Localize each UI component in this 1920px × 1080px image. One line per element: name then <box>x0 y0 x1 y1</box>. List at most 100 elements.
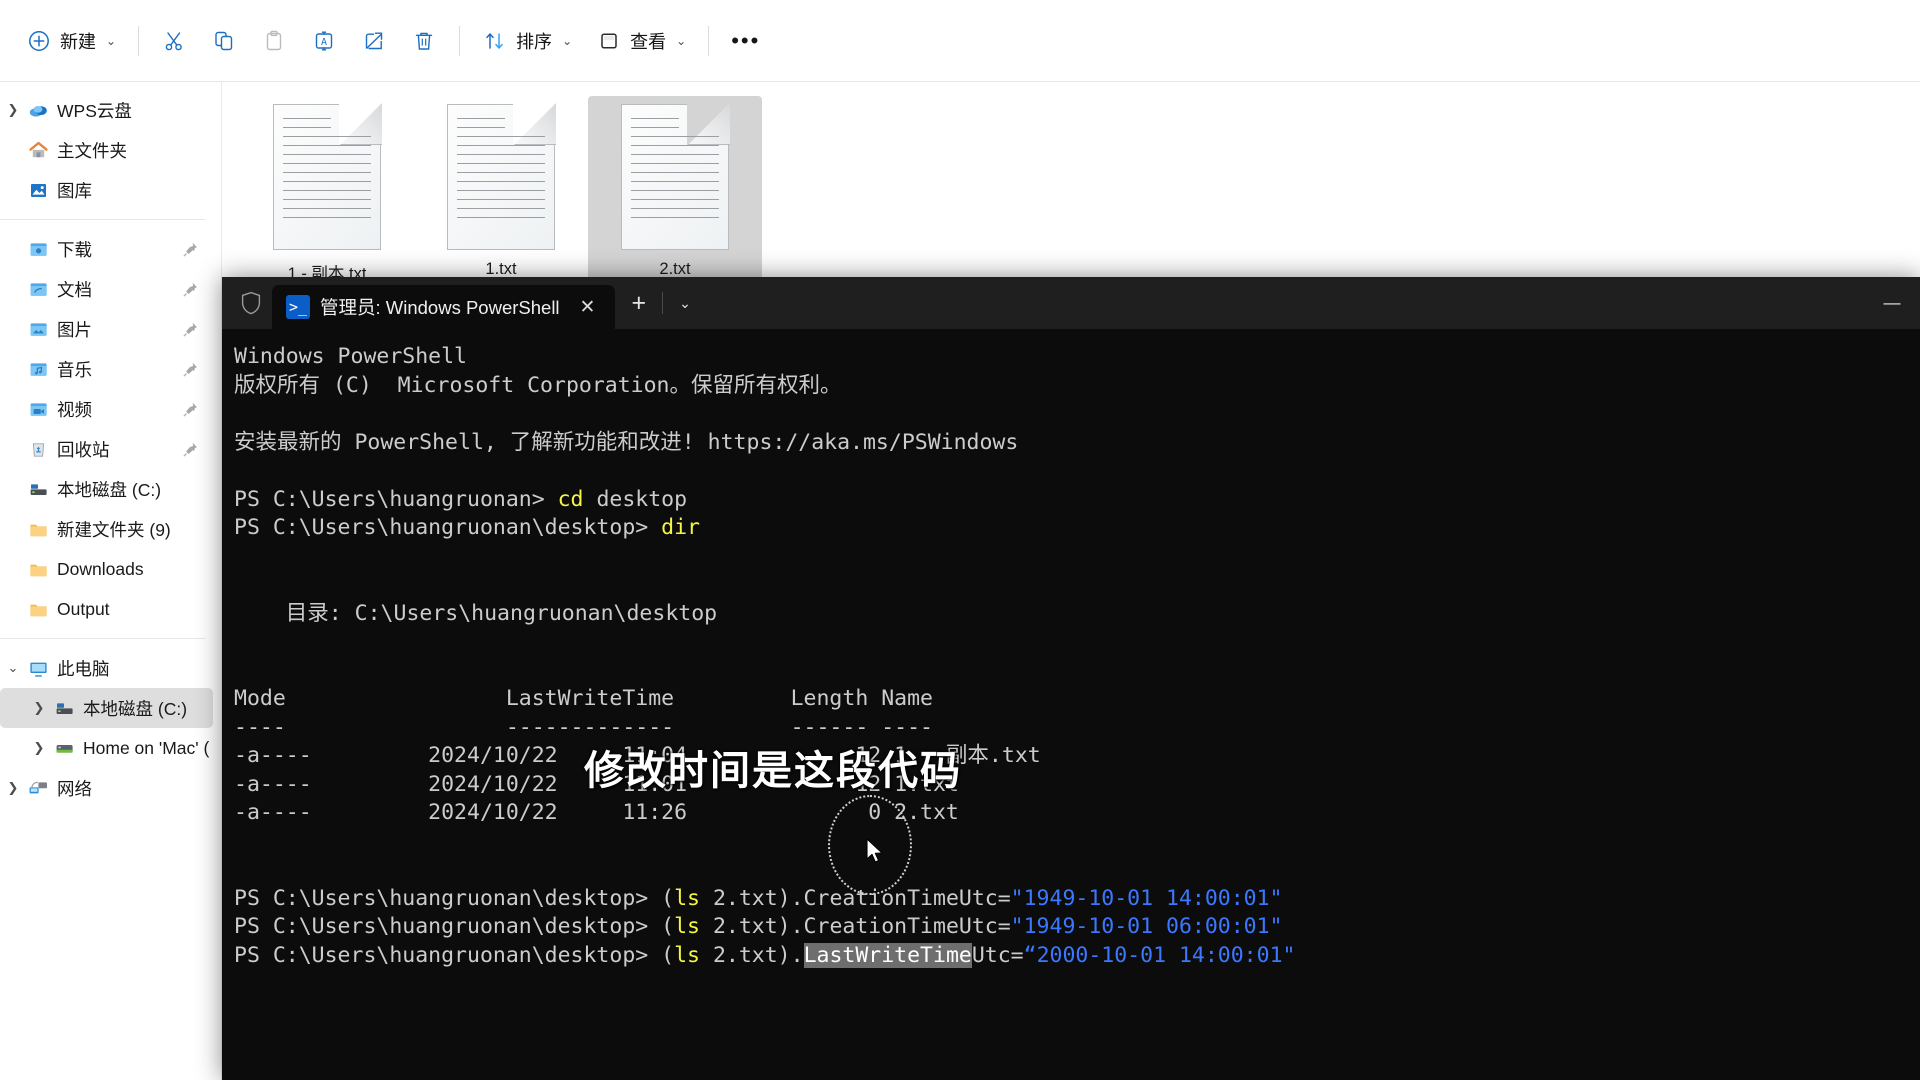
terminal-line: -a---- 2024/10/22 11:01 12 1.txt <box>234 771 1920 800</box>
chevron-down-icon[interactable]: ⌄ <box>0 660 26 676</box>
file-item[interactable]: 1 - 副本.txt <box>240 96 414 301</box>
sidebar-item-output[interactable]: ❯ Output <box>0 589 213 629</box>
recycle-bin-icon <box>26 438 50 460</box>
pictures-folder-icon <box>26 318 50 340</box>
pin-icon[interactable] <box>183 321 199 337</box>
drive-icon <box>52 697 76 719</box>
chevron-right-icon[interactable]: ❯ <box>26 740 52 756</box>
sidebar-item-label: 此电脑 <box>57 658 110 679</box>
gallery-icon <box>26 179 50 201</box>
terminal-line: PS C:\Users\huangruonan\desktop> (ls 2.t… <box>234 942 1920 971</box>
sidebar-item-local-disk-c-child[interactable]: ❯ 本地磁盘 (C:) <box>0 688 213 728</box>
sidebar-item-downloads[interactable]: ❯ 下载 <box>0 229 213 269</box>
sidebar-item-label: Home on 'Mac' ( <box>83 737 210 758</box>
new-tab-button[interactable]: + <box>615 290 662 316</box>
sidebar-item-recycle-bin[interactable]: ❯ 回收站 <box>0 429 213 469</box>
folder-icon <box>26 558 50 580</box>
sidebar-item-wps-cloud[interactable]: ❯ WPS云盘 <box>0 90 213 130</box>
scissors-icon <box>161 28 187 54</box>
file-item[interactable]: 2.txt <box>588 96 762 301</box>
delete-button[interactable] <box>399 18 449 64</box>
cut-button[interactable] <box>149 18 199 64</box>
sidebar-divider-1 <box>0 219 205 220</box>
sidebar-item-label: Downloads <box>57 558 144 579</box>
pin-icon[interactable] <box>183 361 199 377</box>
sidebar-item-label: 主文件夹 <box>57 140 127 161</box>
chevron-down-icon[interactable]: ⌄ <box>663 295 707 312</box>
view-button[interactable]: 查看 ⌄ <box>584 18 698 64</box>
terminal-output[interactable]: Windows PowerShell 版权所有 (C) Microsoft Cor… <box>222 329 1920 1080</box>
pin-icon[interactable] <box>183 441 199 457</box>
text-file-icon <box>621 103 730 250</box>
minimize-button[interactable]: — <box>1864 277 1920 329</box>
toolbar-divider-2 <box>459 25 461 56</box>
sidebar-item-local-disk-c[interactable]: ❯ 本地磁盘 (C:) <box>0 469 213 509</box>
text-file-icon <box>447 103 556 250</box>
chevron-right-icon[interactable]: ❯ <box>0 102 26 118</box>
new-item-button[interactable]: 新建 ⌄ <box>14 18 128 64</box>
pin-icon[interactable] <box>183 281 199 297</box>
terminal-tab[interactable]: >_ 管理员: Windows PowerShell ✕ <box>272 285 616 329</box>
powershell-window[interactable]: >_ 管理员: Windows PowerShell ✕ + ⌄ — Windo… <box>222 277 1920 1080</box>
music-folder-icon <box>26 358 50 380</box>
more-options-button[interactable]: ••• <box>719 18 772 64</box>
copy-button[interactable] <box>199 18 249 64</box>
terminal-text: 目录: C:\Users\huangruonan\desktop <box>234 600 718 626</box>
powershell-icon: >_ <box>286 295 310 319</box>
terminal-title-bar[interactable]: >_ 管理员: Windows PowerShell ✕ + ⌄ — <box>222 277 1920 329</box>
sidebar-item-network[interactable]: ❯ 网络 <box>0 768 213 808</box>
documents-folder-icon <box>26 278 50 300</box>
terminal-text: 2.txt).CreationTimeUtc= <box>700 885 1011 911</box>
sidebar-item-label: 音乐 <box>57 359 92 380</box>
sidebar-item-documents[interactable]: ❯ 文档 <box>0 269 213 309</box>
terminal-line: Windows PowerShell <box>234 343 1920 372</box>
sidebar-item-downloads-folder[interactable]: ❯ Downloads <box>0 549 213 589</box>
sidebar-item-pictures[interactable]: ❯ 图片 <box>0 309 213 349</box>
sidebar-item-home[interactable]: ❯ 主文件夹 <box>0 130 213 170</box>
sidebar-item-label: 图片 <box>57 319 92 340</box>
terminal-line: PS C:\Users\huangruonan\desktop> (ls 2.t… <box>234 913 1920 942</box>
sidebar-item-music[interactable]: ❯ 音乐 <box>0 349 213 389</box>
pin-icon[interactable] <box>183 401 199 417</box>
chevron-right-icon[interactable]: ❯ <box>0 780 26 796</box>
sidebar-item-this-pc[interactable]: ⌄ 此电脑 <box>0 648 213 688</box>
sidebar-item-label: 下载 <box>57 239 92 260</box>
this-pc-icon <box>26 657 50 679</box>
terminal-text: PS C:\Users\huangruonan\desktop> ( <box>234 914 675 939</box>
explorer-command-bar: 新建 ⌄ A 排序 ⌄ 查看 ⌄ ••• <box>0 0 1920 82</box>
sort-button[interactable]: 排序 ⌄ <box>470 18 584 64</box>
file-item[interactable]: 1.txt <box>414 96 588 301</box>
window-controls: — <box>1864 277 1920 329</box>
trash-icon <box>411 28 437 54</box>
sidebar-item-gallery[interactable]: ❯ 图库 <box>0 170 213 210</box>
share-icon <box>361 28 387 54</box>
rename-button[interactable]: A <box>299 18 349 64</box>
sidebar-item-label: WPS云盘 <box>57 100 132 121</box>
sidebar-item-videos[interactable]: ❯ 视频 <box>0 389 213 429</box>
sidebar-item-new-folder-9[interactable]: ❯ 新建文件夹 (9) <box>0 509 213 549</box>
sidebar-item-home-on-mac[interactable]: ❯ Home on 'Mac' ( <box>0 728 213 768</box>
close-icon[interactable]: ✕ <box>570 296 606 319</box>
rename-icon: A <box>311 28 337 54</box>
terminal-tab-title: 管理员: Windows PowerShell <box>320 297 560 318</box>
share-button[interactable] <box>349 18 399 64</box>
sort-icon <box>482 28 508 54</box>
drive-icon <box>26 478 50 500</box>
terminal-text: Windows PowerShell <box>234 344 467 369</box>
terminal-line: Mode LastWriteTime Length Name <box>234 685 1920 714</box>
network-drive-icon <box>52 737 76 759</box>
folder-icon <box>26 598 50 620</box>
chevron-right-icon[interactable]: ❯ <box>26 700 52 716</box>
navigation-pane[interactable]: ❯ WPS云盘 ❯ 主文件夹 ❯ 图库 ❯ <box>0 82 222 1080</box>
sidebar-item-label: 视频 <box>57 399 92 420</box>
terminal-text: desktop <box>583 486 688 512</box>
plus-circle-icon <box>26 28 52 54</box>
pin-icon[interactable] <box>183 241 199 257</box>
svg-text:A: A <box>321 37 327 48</box>
sidebar-item-label: 回收站 <box>57 439 110 460</box>
terminal-text: -a---- 2024/10/22 11:04 12 1 - 副本.txt <box>234 743 1041 768</box>
paste-button[interactable] <box>249 18 299 64</box>
